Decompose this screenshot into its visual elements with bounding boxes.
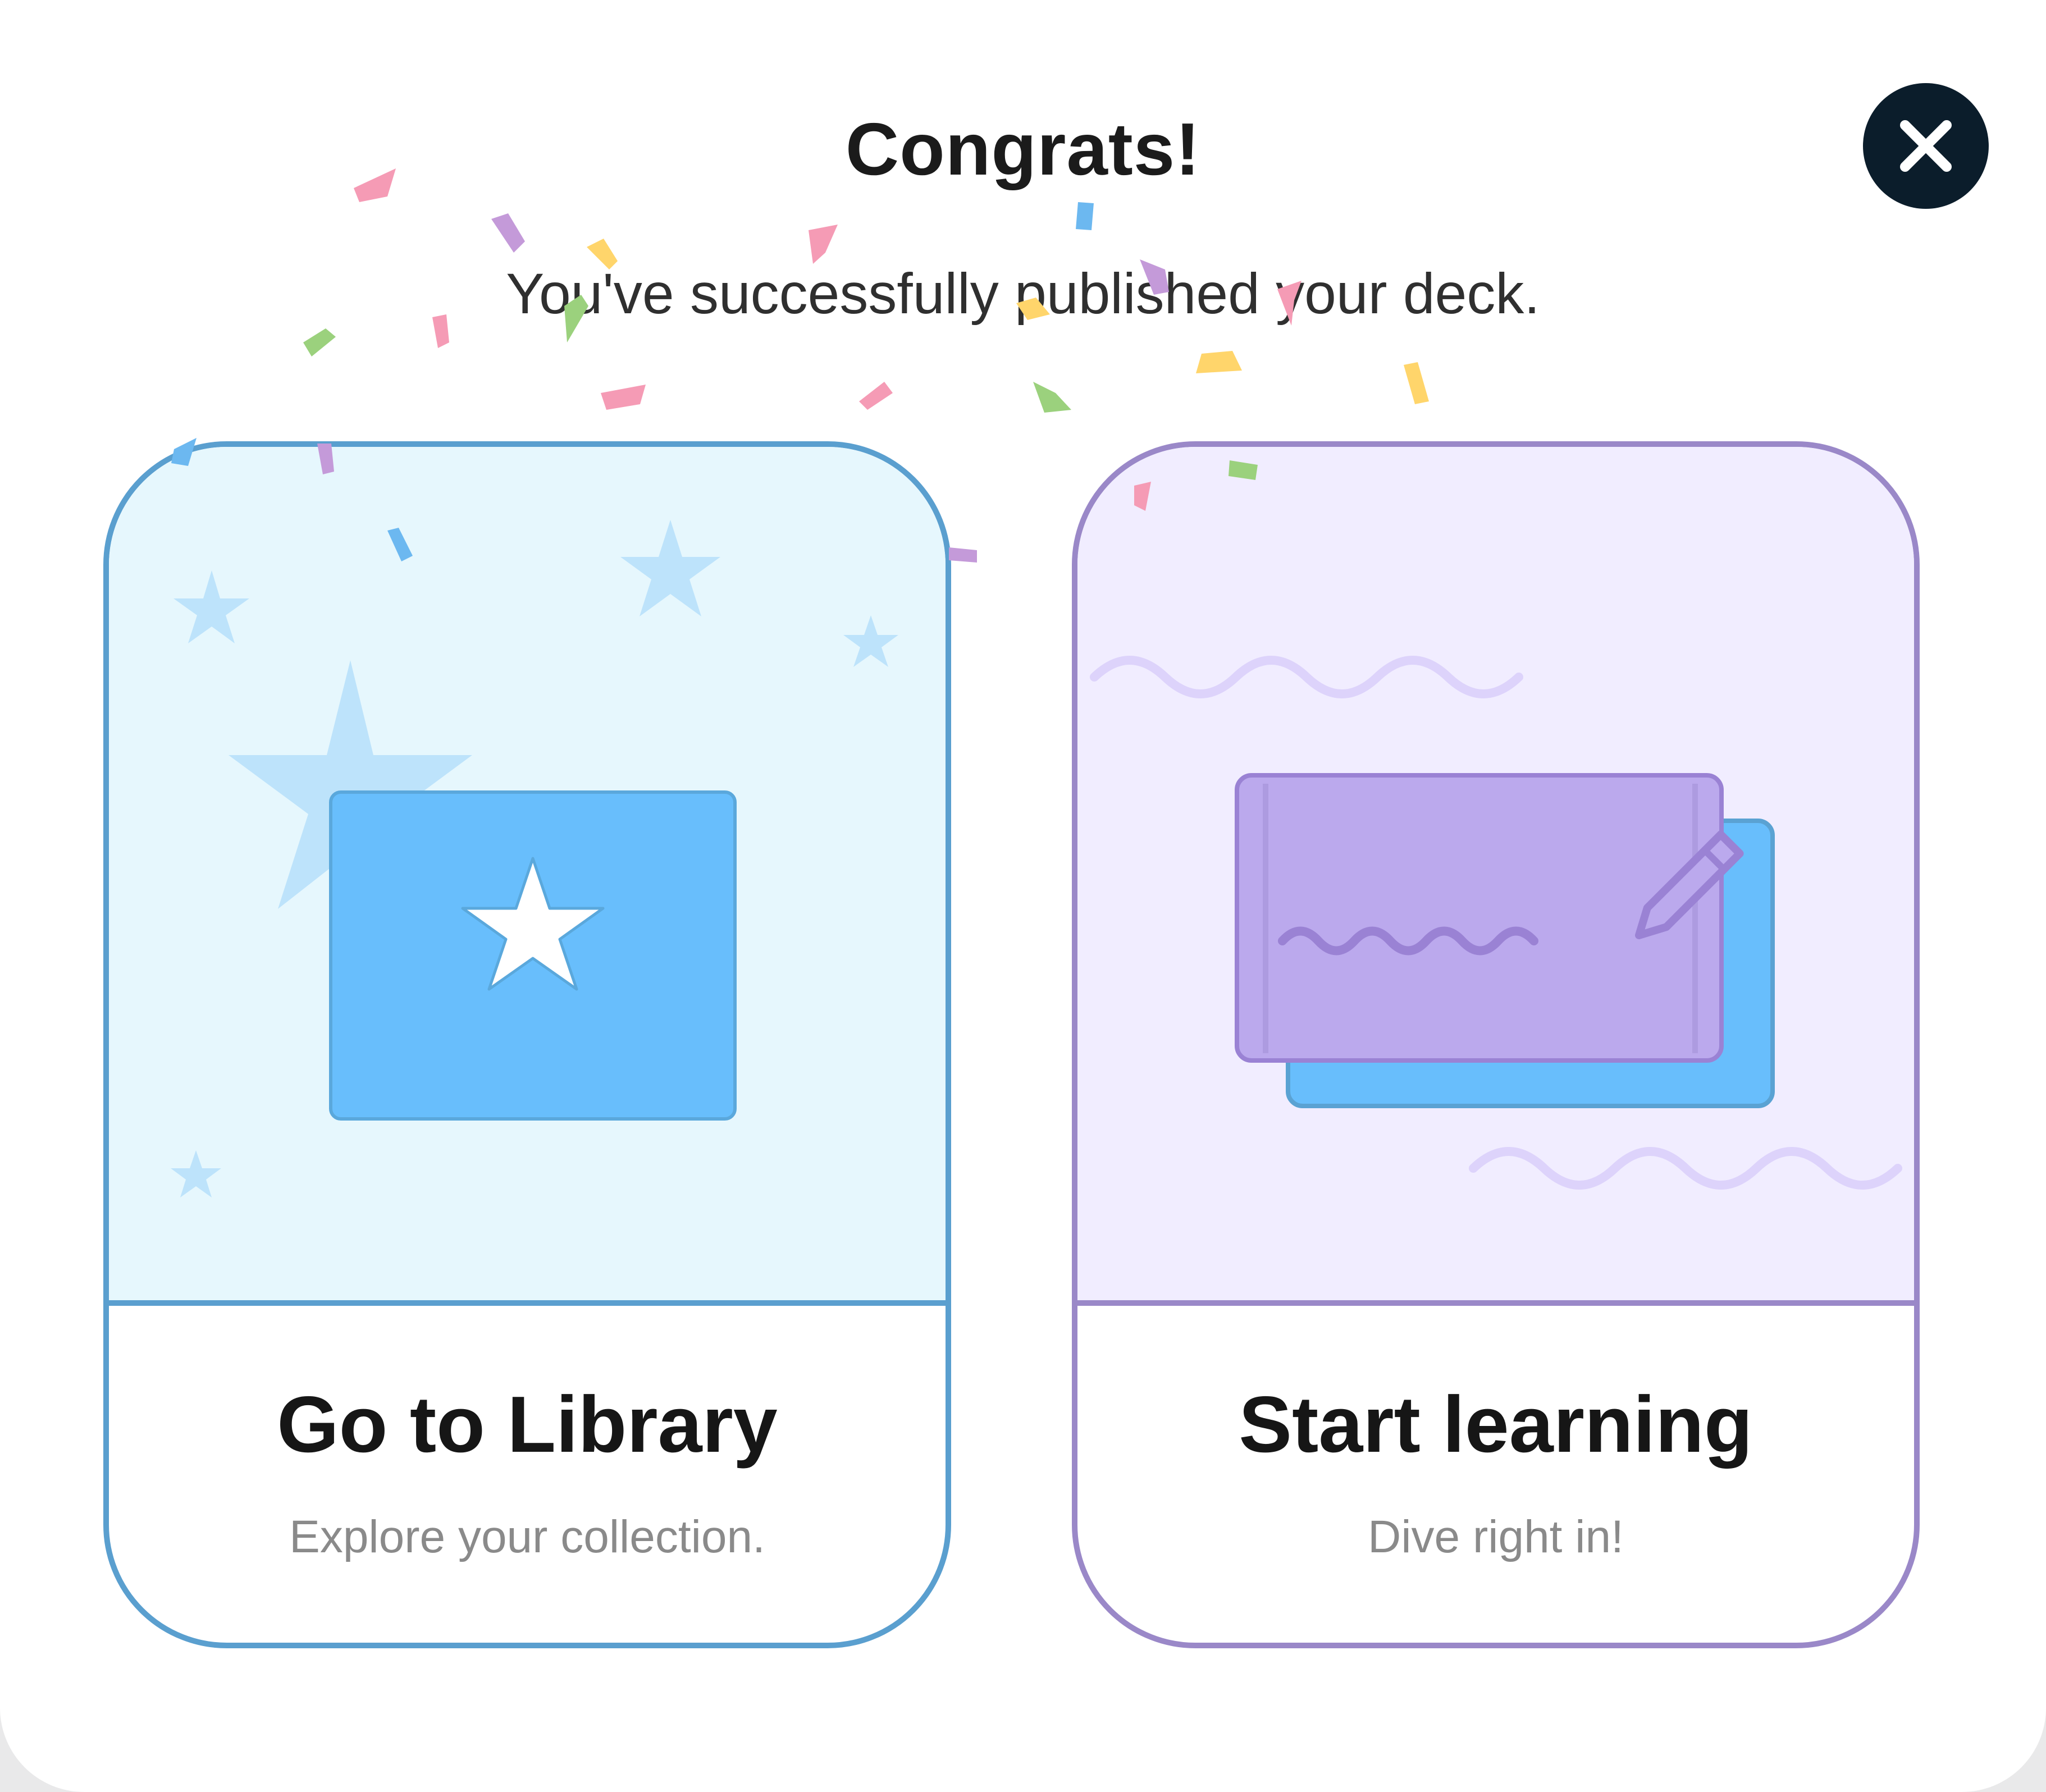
flashcards-pencil-icon <box>1090 656 1902 1190</box>
learning-illustration <box>1077 447 1914 1306</box>
dialog-subtitle: You've successfully published your deck. <box>506 262 1540 326</box>
star-folder-icon <box>171 520 898 1197</box>
go-to-library-card[interactable]: Go to Library Explore your collection. <box>103 441 951 1648</box>
dialog-title: Congrats! <box>845 108 1201 190</box>
library-illustration <box>109 447 946 1306</box>
publish-success-dialog: Congrats! You've successfully published … <box>0 0 2046 1792</box>
learn-card-title: Start learning <box>1239 1380 1753 1469</box>
start-learning-card[interactable]: Start learning Dive right in! <box>1072 441 1920 1648</box>
library-card-subtitle: Explore your collection. <box>289 1511 765 1562</box>
library-card-title: Go to Library <box>277 1380 778 1469</box>
learn-card-subtitle: Dive right in! <box>1368 1511 1624 1562</box>
